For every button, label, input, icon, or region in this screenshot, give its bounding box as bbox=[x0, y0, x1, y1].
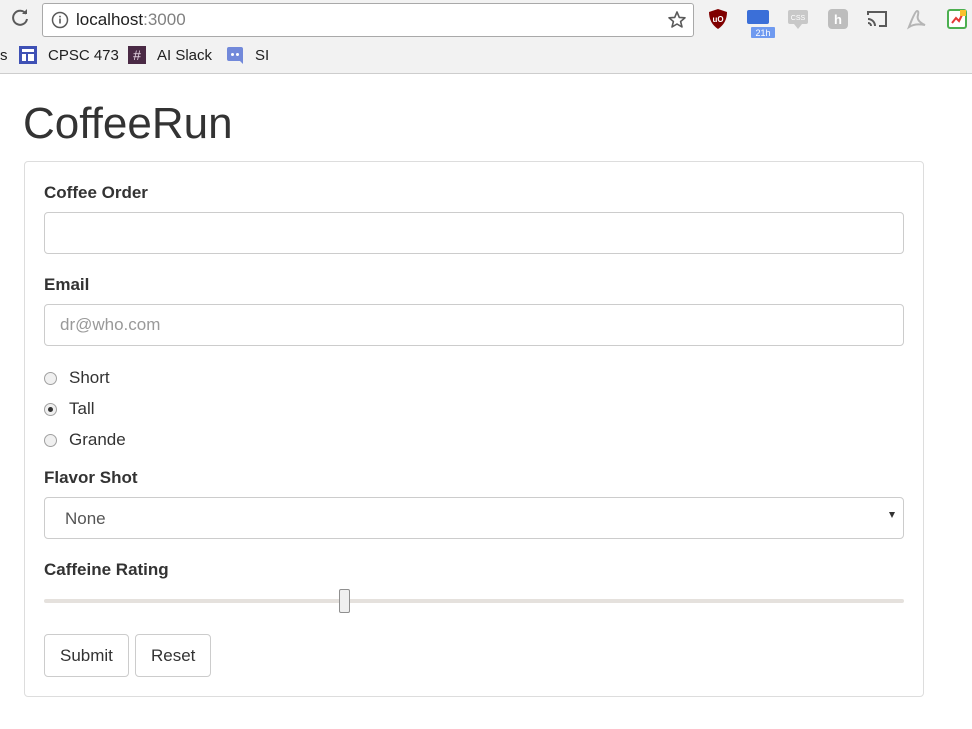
submit-button[interactable]: Submit bbox=[44, 634, 129, 677]
discord-icon bbox=[227, 47, 243, 64]
info-icon[interactable] bbox=[51, 11, 69, 29]
svg-text:uO: uO bbox=[712, 15, 723, 24]
pdf-extension-icon[interactable] bbox=[905, 7, 929, 31]
bookmark-star-icon[interactable] bbox=[667, 10, 687, 30]
bookmark-label: CPSC 473 bbox=[48, 46, 119, 64]
url-text: localhost:3000 bbox=[76, 11, 186, 29]
bookmark-cpsc473[interactable]: CPSC 473 bbox=[18, 42, 119, 68]
bookmark-overflow[interactable]: s bbox=[0, 42, 8, 68]
bookmark-ai-slack[interactable]: # AI Slack bbox=[127, 42, 212, 68]
svg-text:#: # bbox=[133, 47, 141, 63]
reset-button[interactable]: Reset bbox=[135, 634, 212, 677]
size-option-short[interactable]: Short bbox=[44, 366, 110, 390]
radio-label: Short bbox=[69, 368, 110, 387]
cast-icon[interactable] bbox=[865, 7, 889, 31]
radio-button[interactable] bbox=[44, 402, 57, 416]
slider-track[interactable] bbox=[44, 599, 904, 603]
caffeine-rating-label: Caffeine Rating bbox=[44, 560, 169, 579]
browser-toolbar: localhost:3000 uO 21h CSS h s CPSC 473 #… bbox=[0, 0, 972, 74]
slider-thumb[interactable] bbox=[339, 589, 350, 613]
ublock-icon[interactable]: uO bbox=[706, 7, 730, 31]
css-extension-icon[interactable]: CSS bbox=[786, 7, 810, 31]
radio-label: Tall bbox=[69, 399, 95, 418]
size-option-tall[interactable]: Tall bbox=[44, 397, 95, 421]
radio-button[interactable] bbox=[44, 433, 57, 447]
email-label: Email bbox=[44, 275, 90, 294]
bookmark-label: AI Slack bbox=[157, 46, 213, 64]
caffeine-rating-slider[interactable] bbox=[44, 587, 904, 617]
svg-text:CSS: CSS bbox=[791, 15, 806, 22]
radio-button[interactable] bbox=[44, 371, 57, 385]
radio-label: Grande bbox=[69, 430, 126, 449]
colorful-extension-icon[interactable] bbox=[945, 7, 969, 31]
bookmark-si[interactable]: SI bbox=[225, 42, 269, 68]
flavor-shot-select[interactable]: None bbox=[44, 497, 904, 539]
url-port: :3000 bbox=[143, 10, 186, 29]
bookmarks-bar: s CPSC 473 # AI Slack SI bbox=[0, 42, 972, 68]
url-host: localhost bbox=[76, 10, 144, 29]
email-input[interactable] bbox=[44, 304, 904, 346]
bookmark-label: SI bbox=[255, 46, 270, 64]
coffee-order-input[interactable] bbox=[44, 212, 904, 254]
flavor-shot-label: Flavor Shot bbox=[44, 468, 138, 487]
coffee-order-label: Coffee Order bbox=[44, 183, 148, 202]
chat-extension-icon[interactable]: 21h bbox=[746, 6, 776, 38]
page-title: CoffeeRun bbox=[23, 99, 233, 148]
extension-badge: 21h bbox=[755, 28, 770, 38]
grey-extension-icon[interactable]: h bbox=[826, 7, 850, 31]
slack-hash-icon: # bbox=[128, 46, 146, 64]
flavor-selected-value: None bbox=[65, 509, 106, 528]
size-option-grande[interactable]: Grande bbox=[44, 428, 126, 452]
reload-icon[interactable] bbox=[8, 6, 32, 30]
coffee-order-form: Coffee Order Email Short Tall Grande Fla… bbox=[24, 161, 924, 697]
svg-text:h: h bbox=[834, 12, 842, 27]
layout-icon bbox=[19, 46, 37, 64]
address-bar[interactable]: localhost:3000 bbox=[42, 3, 694, 37]
dropdown-arrow-icon bbox=[889, 512, 895, 518]
